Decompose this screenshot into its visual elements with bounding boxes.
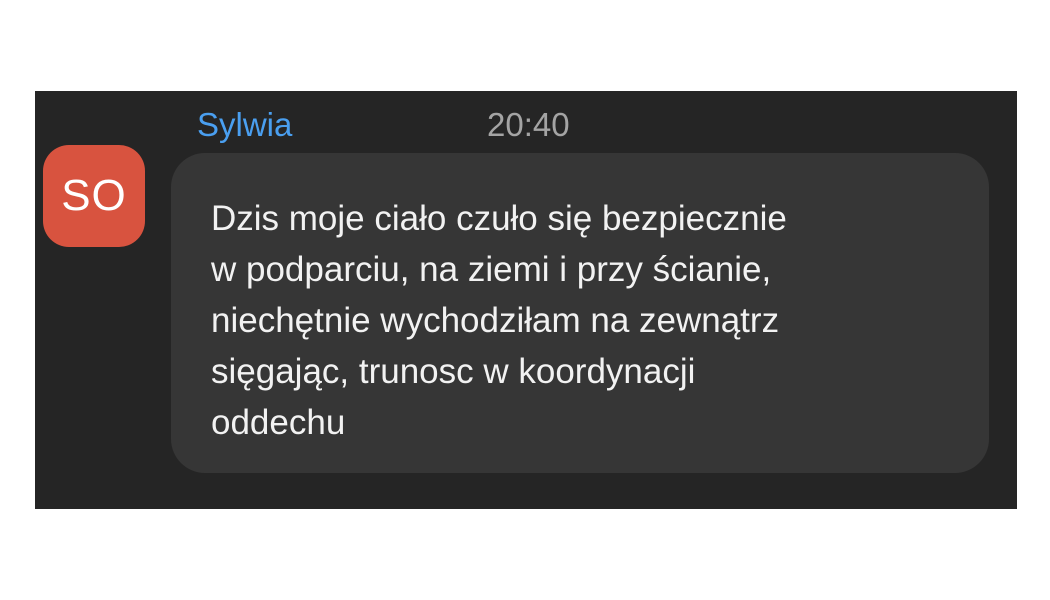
sender-name[interactable]: Sylwia [197, 105, 292, 145]
avatar-initials: SO [61, 171, 127, 220]
message-text: Dzis moje ciało czuło się bezpiecznie w … [211, 199, 787, 442]
chat-panel: Sylwia 20:40 SO Dzis moje ciało czuło si… [35, 91, 1017, 509]
message-timestamp: 20:40 [487, 106, 570, 143]
message-bubble[interactable]: Dzis moje ciało czuło się bezpiecznie w … [171, 153, 989, 473]
avatar[interactable]: SO [43, 145, 145, 247]
